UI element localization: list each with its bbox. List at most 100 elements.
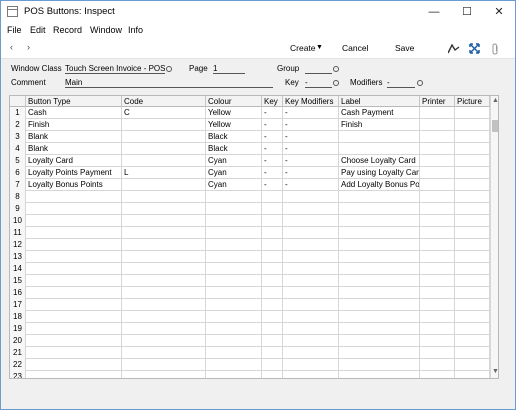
- cell-code[interactable]: [122, 179, 206, 191]
- cell-picture[interactable]: [455, 107, 490, 119]
- table-row[interactable]: 16: [10, 287, 490, 299]
- cell-button-type[interactable]: [26, 299, 122, 311]
- table-row[interactable]: 7 Loyalty Bonus Points Cyan - - Add Loyalty B…: [10, 179, 490, 191]
- cell-colour[interactable]: Cyan: [206, 155, 262, 167]
- cell-colour[interactable]: [206, 251, 262, 263]
- cell-code[interactable]: [122, 131, 206, 143]
- key-field[interactable]: -: [305, 78, 332, 88]
- cell-picture[interactable]: [455, 143, 490, 155]
- table-row[interactable]: 15: [10, 275, 490, 287]
- cell-picture[interactable]: [455, 191, 490, 203]
- cell-label[interactable]: [339, 239, 420, 251]
- cell-colour[interactable]: [206, 239, 262, 251]
- table-row[interactable]: 21: [10, 347, 490, 359]
- cell-key[interactable]: -: [262, 107, 283, 119]
- cell-picture[interactable]: [455, 263, 490, 275]
- table-row[interactable]: 10: [10, 215, 490, 227]
- column-header-label[interactable]: Label: [339, 96, 420, 107]
- cell-printer[interactable]: [420, 155, 455, 167]
- cell-label[interactable]: [339, 143, 420, 155]
- cell-code[interactable]: [122, 119, 206, 131]
- menu-window[interactable]: Window: [90, 25, 122, 35]
- table-row[interactable]: 23: [10, 371, 490, 378]
- cell-picture[interactable]: [455, 179, 490, 191]
- cell-label[interactable]: [339, 131, 420, 143]
- cell-label[interactable]: Choose Loyalty Card: [339, 155, 420, 167]
- column-header-button-type[interactable]: Button Type: [26, 96, 122, 107]
- cell-colour[interactable]: [206, 287, 262, 299]
- cell-colour[interactable]: [206, 359, 262, 371]
- minimize-icon[interactable]: —: [418, 1, 450, 23]
- table-row[interactable]: 11: [10, 227, 490, 239]
- cell-button-type[interactable]: [26, 347, 122, 359]
- cell-colour[interactable]: Yellow: [206, 119, 262, 131]
- column-header-colour[interactable]: Colour: [206, 96, 262, 107]
- cell-button-type[interactable]: Finish: [26, 119, 122, 131]
- column-header-picture[interactable]: Picture: [455, 96, 490, 107]
- cell-label[interactable]: [339, 275, 420, 287]
- table-row[interactable]: 22: [10, 359, 490, 371]
- cell-button-type[interactable]: [26, 323, 122, 335]
- cell-code[interactable]: [122, 275, 206, 287]
- cell-label[interactable]: Pay using Loyalty Card: [339, 167, 420, 179]
- table-row[interactable]: 4 Blank Black - -: [10, 143, 490, 155]
- cell-picture[interactable]: [455, 155, 490, 167]
- window-class-paste-icon[interactable]: [166, 66, 172, 72]
- cell-key[interactable]: -: [262, 119, 283, 131]
- cell-key[interactable]: -: [262, 179, 283, 191]
- cell-label[interactable]: [339, 311, 420, 323]
- cell-printer[interactable]: [420, 335, 455, 347]
- cell-button-type[interactable]: [26, 191, 122, 203]
- cell-key-modifiers[interactable]: [283, 323, 339, 335]
- cell-key[interactable]: [262, 203, 283, 215]
- cell-label[interactable]: [339, 347, 420, 359]
- cell-key-modifiers[interactable]: [283, 263, 339, 275]
- cell-colour[interactable]: [206, 215, 262, 227]
- cell-button-type[interactable]: Blank: [26, 131, 122, 143]
- cell-printer[interactable]: [420, 275, 455, 287]
- column-header-key-modifiers[interactable]: Key Modifiers: [283, 96, 339, 107]
- table-row[interactable]: 8: [10, 191, 490, 203]
- window-class-field[interactable]: Touch Screen Invoice - POS: [65, 64, 165, 74]
- cell-code[interactable]: [122, 155, 206, 167]
- table-row[interactable]: 20: [10, 335, 490, 347]
- cell-code[interactable]: [122, 287, 206, 299]
- cell-key[interactable]: -: [262, 131, 283, 143]
- cell-key[interactable]: [262, 299, 283, 311]
- cell-button-type[interactable]: [26, 371, 122, 378]
- modifiers-field[interactable]: -: [387, 78, 415, 88]
- cell-key-modifiers[interactable]: [283, 239, 339, 251]
- table-row[interactable]: 18: [10, 311, 490, 323]
- save-button[interactable]: Save: [395, 43, 414, 53]
- cell-code[interactable]: [122, 191, 206, 203]
- create-button[interactable]: Create: [290, 43, 316, 53]
- cell-code[interactable]: [122, 323, 206, 335]
- cell-label[interactable]: [339, 227, 420, 239]
- table-row[interactable]: 9: [10, 203, 490, 215]
- cell-printer[interactable]: [420, 167, 455, 179]
- key-paste-icon[interactable]: [333, 80, 339, 86]
- cell-colour[interactable]: [206, 311, 262, 323]
- cell-picture[interactable]: [455, 167, 490, 179]
- cell-code[interactable]: [122, 227, 206, 239]
- table-row[interactable]: 12: [10, 239, 490, 251]
- cell-printer[interactable]: [420, 215, 455, 227]
- scroll-down-icon[interactable]: ▼: [492, 368, 498, 375]
- cell-key[interactable]: [262, 275, 283, 287]
- menu-edit[interactable]: Edit: [30, 25, 46, 35]
- cell-picture[interactable]: [455, 347, 490, 359]
- cell-button-type[interactable]: [26, 287, 122, 299]
- cell-code[interactable]: [122, 239, 206, 251]
- cell-key-modifiers[interactable]: -: [283, 119, 339, 131]
- cell-printer[interactable]: [420, 239, 455, 251]
- cell-label[interactable]: [339, 251, 420, 263]
- cell-key-modifiers[interactable]: [283, 215, 339, 227]
- cell-picture[interactable]: [455, 251, 490, 263]
- cell-key[interactable]: [262, 323, 283, 335]
- cell-code[interactable]: [122, 263, 206, 275]
- cell-code[interactable]: [122, 359, 206, 371]
- cancel-button[interactable]: Cancel: [342, 43, 368, 53]
- cell-key-modifiers[interactable]: -: [283, 143, 339, 155]
- cell-printer[interactable]: [420, 287, 455, 299]
- menu-file[interactable]: File: [7, 25, 22, 35]
